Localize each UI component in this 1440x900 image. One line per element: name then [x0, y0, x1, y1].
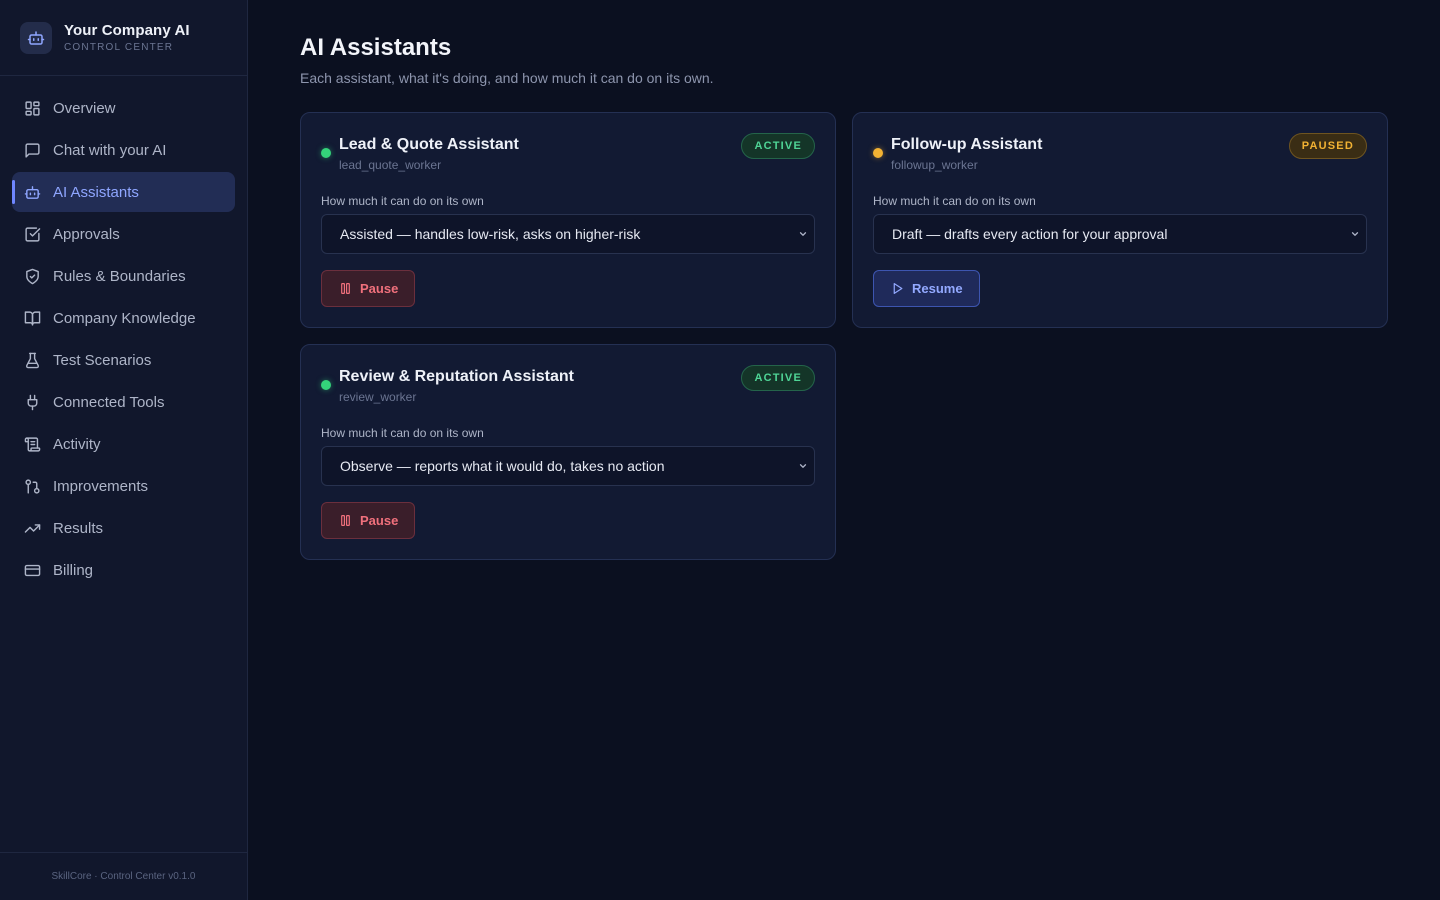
resume-button[interactable]: Resume	[873, 270, 980, 307]
check-square-icon	[25, 226, 41, 242]
sidebar-item-label: Activity	[53, 435, 101, 453]
status-badge: ACTIVE	[741, 133, 815, 159]
sidebar-item-test-scenarios[interactable]: Test Scenarios	[12, 340, 235, 380]
play-icon	[893, 283, 903, 294]
pause-button-label: Pause	[360, 281, 399, 296]
main-content: AI Assistants Each assistant, what it's …	[248, 0, 1440, 900]
assistant-card: Review & Reputation Assistant review_wor…	[300, 344, 836, 560]
sidebar-item-ai-assistants[interactable]: AI Assistants	[12, 172, 235, 212]
autonomy-select[interactable]: Observe — reports what it would do, take…	[321, 446, 815, 486]
autonomy-select[interactable]: Draft — drafts every action for your app…	[873, 214, 1367, 254]
sidebar-item-improvements[interactable]: Improvements	[12, 466, 235, 506]
chat-icon	[25, 142, 40, 158]
sidebar-footer: SkillCore · Control Center v0.1.0	[0, 852, 247, 900]
sidebar-item-label: Connected Tools	[53, 393, 165, 411]
sidebar-item-knowledge[interactable]: Company Knowledge	[12, 298, 235, 338]
autonomy-label: How much it can do on its own	[321, 194, 484, 208]
card-icon	[24, 564, 41, 576]
resume-button-label: Resume	[912, 281, 963, 296]
assistant-name: Follow-up Assistant	[891, 136, 1043, 153]
autonomy-label: How much it can do on its own	[873, 194, 1036, 208]
git-icon	[25, 478, 40, 494]
sidebar-item-overview[interactable]: Overview	[12, 88, 235, 128]
assistant-id: followup_worker	[891, 158, 978, 172]
sidebar-item-label: Rules & Boundaries	[53, 267, 186, 285]
status-dot-icon	[873, 148, 883, 158]
shield-icon	[26, 268, 39, 284]
chevron-down-icon	[799, 464, 807, 468]
sidebar-item-approvals[interactable]: Approvals	[12, 214, 235, 254]
plug-icon	[27, 394, 38, 410]
pause-button-label: Pause	[360, 513, 399, 528]
robot-logo-icon	[20, 21, 52, 54]
status-dot-icon	[321, 148, 331, 158]
sidebar-item-label: Chat with your AI	[53, 141, 167, 159]
brand: Your Company AI CONTROL CENTER	[0, 0, 247, 76]
autonomy-select[interactable]: Assisted — handles low-risk, asks on hig…	[321, 214, 815, 254]
assistant-card: Lead & Quote Assistant lead_quote_worker…	[300, 112, 836, 328]
sidebar-item-label: Test Scenarios	[53, 351, 152, 369]
autonomy-value: Assisted — handles low-risk, asks on hig…	[340, 226, 641, 242]
book-icon	[24, 310, 41, 326]
sidebar-nav: Overview Chat with your AI AI Assistants…	[0, 76, 247, 852]
brand-name: Your Company AI	[64, 22, 190, 39]
sidebar-item-label: Approvals	[53, 225, 120, 243]
sidebar-item-label: Company Knowledge	[53, 309, 196, 327]
status-badge: PAUSED	[1288, 133, 1367, 159]
robot-icon	[24, 185, 41, 199]
sidebar-item-chat[interactable]: Chat with your AI	[12, 130, 235, 170]
sidebar-item-billing[interactable]: Billing	[12, 550, 235, 590]
pause-button[interactable]: Pause	[321, 502, 416, 539]
sidebar-item-connected-tools[interactable]: Connected Tools	[12, 382, 235, 422]
assistant-name: Lead & Quote Assistant	[339, 136, 519, 153]
brand-subtitle: CONTROL CENTER	[64, 42, 174, 53]
flask-icon	[25, 352, 40, 368]
sidebar-item-activity[interactable]: Activity	[12, 424, 235, 464]
scroll-icon	[24, 436, 41, 452]
chevron-down-icon	[799, 232, 807, 236]
assistant-name: Review & Reputation Assistant	[339, 368, 575, 385]
pause-button[interactable]: Pause	[321, 270, 416, 307]
sidebar-item-label: AI Assistants	[53, 183, 139, 201]
assistant-id: lead_quote_worker	[339, 158, 442, 172]
pause-icon	[341, 283, 350, 294]
autonomy-value: Observe — reports what it would do, take…	[340, 458, 665, 474]
sidebar-item-rules[interactable]: Rules & Boundaries	[12, 256, 235, 296]
assistant-card: Follow-up Assistant followup_worker PAUS…	[852, 112, 1388, 328]
status-badge: ACTIVE	[741, 365, 815, 391]
grid-icon	[25, 100, 40, 116]
sidebar: Your Company AI CONTROL CENTER Overview …	[0, 0, 248, 900]
app-shell: Your Company AI CONTROL CENTER Overview …	[0, 0, 1440, 900]
autonomy-label: How much it can do on its own	[321, 426, 484, 440]
assistant-id: review_worker	[339, 390, 417, 404]
page-subtitle: Each assistant, what it's doing, and how…	[300, 70, 714, 86]
autonomy-value: Draft — drafts every action for your app…	[892, 226, 1168, 242]
chevron-down-icon	[1351, 232, 1359, 236]
sidebar-item-label: Results	[53, 519, 104, 537]
sidebar-item-label: Billing	[53, 561, 94, 579]
sidebar-item-label: Overview	[53, 99, 116, 117]
pause-icon	[341, 515, 350, 526]
sidebar-item-results[interactable]: Results	[12, 508, 235, 548]
status-dot-icon	[321, 380, 331, 390]
assistant-grid: Lead & Quote Assistant lead_quote_worker…	[300, 112, 1388, 560]
page-title: AI Assistants	[300, 34, 452, 61]
trend-icon	[24, 523, 41, 533]
sidebar-item-label: Improvements	[53, 477, 149, 495]
